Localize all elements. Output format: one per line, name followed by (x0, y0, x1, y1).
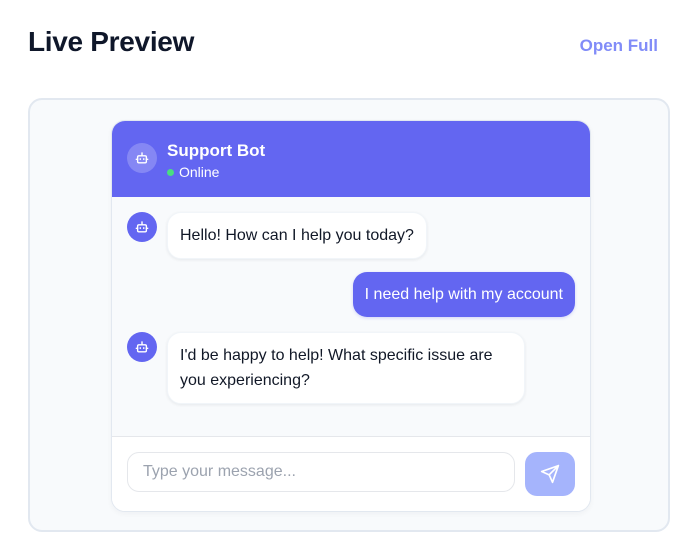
bot-avatar (127, 212, 157, 242)
robot-icon (135, 221, 149, 233)
robot-icon (135, 152, 149, 164)
status-dot (167, 168, 174, 176)
preview-frame: Support Bot Online Hello! How can I help… (28, 98, 670, 532)
user-message-bubble: I need help with my account (352, 272, 575, 317)
open-full-link[interactable]: Open Full (580, 36, 658, 56)
page-title: Live Preview (28, 26, 195, 57)
bot-message-bubble: I'd be happy to help! What specific issu… (167, 332, 525, 404)
send-button[interactable] (525, 452, 575, 496)
bot-name: Support Bot (167, 141, 266, 160)
send-icon (540, 464, 560, 484)
input-bar (112, 436, 590, 511)
robot-icon (135, 341, 149, 353)
bot-message-bubble: Hello! How can I help you today? (167, 212, 427, 259)
status-label: Online (179, 164, 220, 180)
chat-header: Support Bot Online (112, 121, 590, 197)
message-input[interactable] (127, 452, 515, 492)
status-indicator: Online (167, 164, 219, 180)
header-avatar (127, 143, 157, 173)
messages-area: Hello! How can I help you today? I need … (112, 197, 590, 436)
chat-widget: Support Bot Online Hello! How can I help… (111, 120, 591, 512)
bot-avatar (127, 332, 157, 362)
